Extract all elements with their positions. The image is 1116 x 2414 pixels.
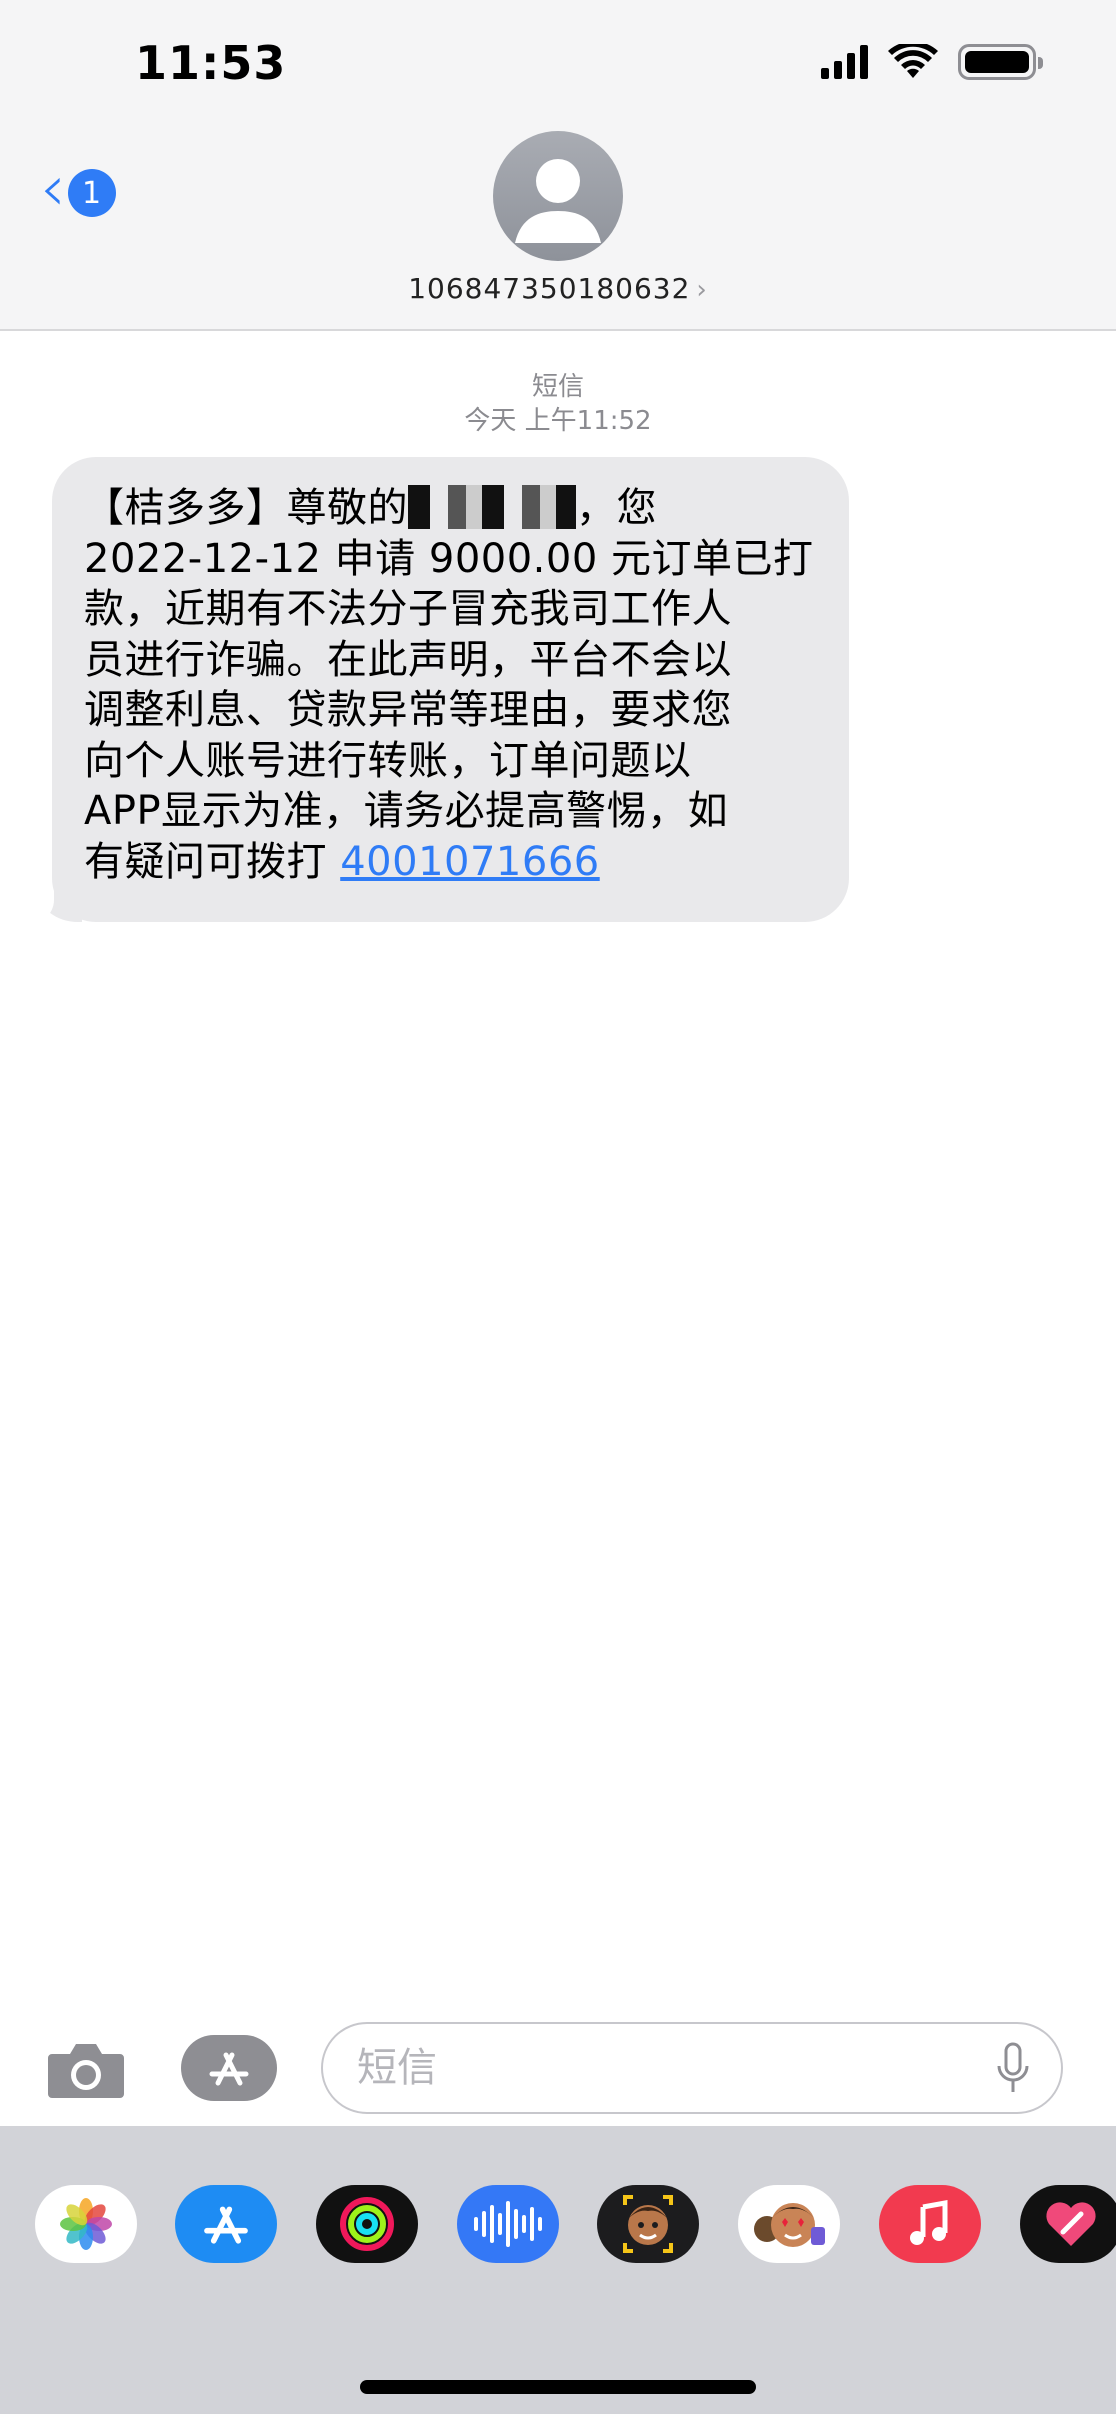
- dictation-button[interactable]: [996, 2042, 1030, 2096]
- music-app-icon[interactable]: [879, 2185, 981, 2263]
- message-text: 【桔多多】尊敬的 ，您 2022-12-12 申请 9000.00 元订单已打 款…: [84, 483, 819, 887]
- chevron-left-icon: ‹: [40, 152, 66, 226]
- app-store-apps-button[interactable]: [181, 2035, 277, 2101]
- audio-message-app-icon[interactable]: [457, 2185, 559, 2263]
- redacted-name: [408, 485, 576, 529]
- app-store-icon: [209, 2052, 249, 2086]
- memoji-app-icon[interactable]: [597, 2185, 699, 2263]
- message-line: APP显示为准，请务必提高警惕，如: [84, 788, 729, 834]
- message-timestamp: 今天 上午11:52: [464, 406, 652, 436]
- contact-avatar[interactable]: [493, 131, 623, 261]
- message-line: 向个人账号进行转账，订单问题以: [84, 737, 692, 784]
- message-line: 调整利息、贷款异常等理由，要求您: [84, 687, 732, 733]
- digital-touch-app-icon[interactable]: [1020, 2185, 1116, 2263]
- camera-button[interactable]: [46, 2040, 126, 2100]
- app-store-app-icon[interactable]: [175, 2185, 277, 2263]
- contact-number-text: 106847350180632: [408, 272, 691, 305]
- app-drawer: [0, 2126, 1116, 2414]
- message-line: 员进行诈骗。在此声明，平台不会以: [84, 636, 732, 683]
- message-line: 款，近期有不法分子冒充我司工作人: [84, 586, 732, 632]
- contact-number[interactable]: 106847350180632 ›: [0, 272, 1116, 305]
- fitness-app-icon[interactable]: [316, 2185, 418, 2263]
- message-line: 【桔多多】尊敬的 ，您: [84, 485, 657, 531]
- camera-icon: [48, 2044, 124, 2098]
- message-line: 2022-12-12 申请 9000.00 元订单已打: [84, 535, 814, 582]
- service-label: 短信: [531, 372, 584, 402]
- person-placeholder-icon: [515, 159, 601, 243]
- message-input[interactable]: [321, 2022, 1063, 2114]
- chevron-right-icon: ›: [696, 275, 708, 305]
- battery-icon: [958, 44, 1043, 80]
- memoji-stickers-app-icon[interactable]: [738, 2185, 840, 2263]
- incoming-message-bubble[interactable]: 【桔多多】尊敬的 ，您 2022-12-12 申请 9000.00 元订单已打 款…: [52, 457, 849, 922]
- message-line: 有疑问可拨打 4001071666: [84, 838, 600, 885]
- wifi-icon: [888, 44, 938, 78]
- cellular-signal-icon: [821, 45, 868, 79]
- phone-number-link[interactable]: 4001071666: [340, 839, 600, 885]
- back-button[interactable]: ‹ 1: [40, 157, 116, 221]
- unread-count-badge: 1: [67, 169, 116, 217]
- photos-app-icon[interactable]: [35, 2185, 137, 2263]
- status-time: 11:53: [135, 36, 287, 90]
- status-icons: [821, 44, 1043, 80]
- microphone-icon: [997, 2042, 1029, 2092]
- home-indicator[interactable]: [360, 2380, 756, 2394]
